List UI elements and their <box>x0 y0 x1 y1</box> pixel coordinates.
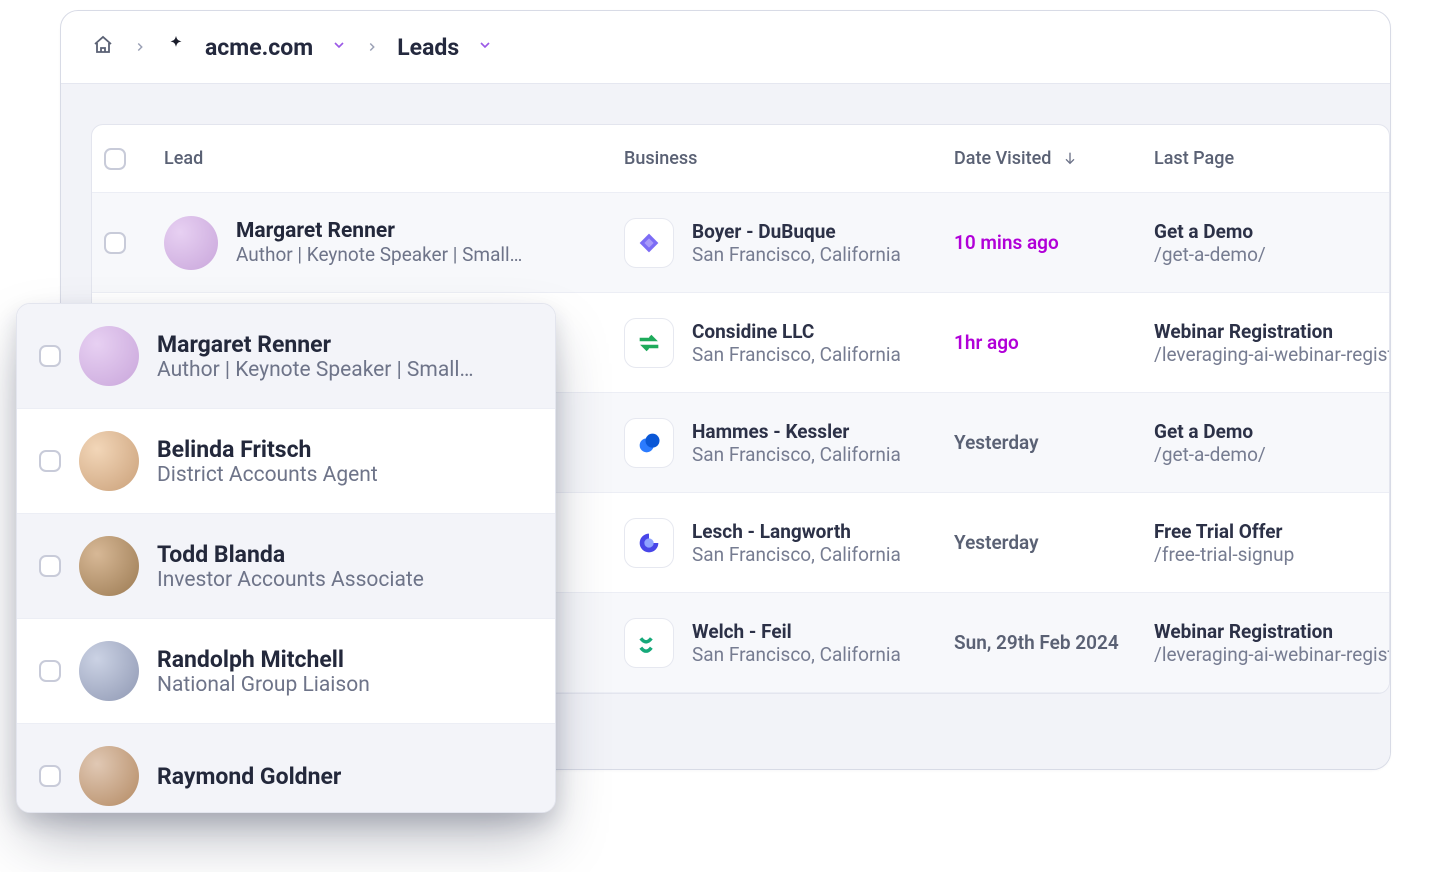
business-location: San Francisco, California <box>692 643 901 666</box>
date-visited: Sun, 29th Feb 2024 <box>954 631 1154 654</box>
business-name: Hammes - Kessler <box>692 420 901 443</box>
row-checkbox[interactable] <box>104 232 126 254</box>
row-checkbox[interactable] <box>39 660 61 682</box>
date-visited: 10 mins ago <box>954 231 1154 254</box>
company-logo <box>624 318 674 368</box>
col-lastpage[interactable]: Last Page <box>1154 148 1377 169</box>
lead-subtitle: Investor Accounts Associate <box>157 568 424 592</box>
lead-name: Margaret Renner <box>157 331 474 358</box>
business-name: Boyer - DuBuque <box>692 220 901 243</box>
home-icon[interactable] <box>91 33 115 61</box>
lead-name: Randolph Mitchell <box>157 646 370 673</box>
col-date-label: Date Visited <box>954 148 1051 169</box>
list-item[interactable]: Margaret Renner Author | Keynote Speaker… <box>17 304 555 409</box>
table-row[interactable]: Margaret Renner Author | Keynote Speaker… <box>92 193 1389 293</box>
business-location: San Francisco, California <box>692 443 901 466</box>
lead-name: Belinda Fritsch <box>157 436 378 463</box>
breadcrumb-site[interactable]: acme.com <box>205 34 313 61</box>
avatar <box>79 746 139 806</box>
business-location: San Francisco, California <box>692 543 901 566</box>
last-page-path: /leveraging-ai-webinar-register <box>1154 343 1390 366</box>
select-all-checkbox[interactable] <box>104 148 126 170</box>
date-visited: Yesterday <box>954 531 1154 554</box>
last-page-path: /get-a-demo/ <box>1154 243 1377 266</box>
col-lead[interactable]: Lead <box>164 148 624 169</box>
date-visited: Yesterday <box>954 431 1154 454</box>
last-page-path: /get-a-demo/ <box>1154 443 1377 466</box>
company-logo <box>624 418 674 468</box>
arrow-down-icon <box>1056 148 1078 169</box>
avatar <box>79 641 139 701</box>
breadcrumb: acme.com Leads <box>61 11 1390 83</box>
business-name: Considine LLC <box>692 320 901 343</box>
lead-name: Todd Blanda <box>157 541 424 568</box>
business-name: Welch - Feil <box>692 620 901 643</box>
list-item[interactable]: Todd Blanda Investor Accounts Associate <box>17 514 555 619</box>
lead-subtitle: Author | Keynote Speaker | Small… <box>236 243 522 266</box>
avatar <box>79 536 139 596</box>
company-logo <box>624 518 674 568</box>
last-page-title: Get a Demo <box>1154 220 1377 243</box>
chevron-down-icon[interactable] <box>331 37 347 57</box>
lead-subtitle: National Group Liaison <box>157 673 370 697</box>
row-checkbox[interactable] <box>39 765 61 787</box>
company-logo <box>624 218 674 268</box>
lead-name: Raymond Goldner <box>157 763 341 790</box>
date-visited: 1hr ago <box>954 331 1154 354</box>
avatar <box>79 326 139 386</box>
list-item[interactable]: Belinda Fritsch District Accounts Agent <box>17 409 555 514</box>
lead-name: Margaret Renner <box>236 219 522 243</box>
lead-popover: Margaret Renner Author | Keynote Speaker… <box>16 303 556 813</box>
avatar <box>79 431 139 491</box>
business-location: San Francisco, California <box>692 243 901 266</box>
lead-subtitle: District Accounts Agent <box>157 463 378 487</box>
col-business[interactable]: Business <box>624 148 954 169</box>
last-page-path: /free-trial-signup <box>1154 543 1377 566</box>
last-page-title: Webinar Registration <box>1154 320 1390 343</box>
lead-subtitle: Author | Keynote Speaker | Small… <box>157 358 474 382</box>
list-item[interactable]: Randolph Mitchell National Group Liaison <box>17 619 555 724</box>
company-logo <box>624 618 674 668</box>
chevron-right-icon <box>365 35 379 59</box>
business-location: San Francisco, California <box>692 343 901 366</box>
row-checkbox[interactable] <box>39 450 61 472</box>
last-page-title: Get a Demo <box>1154 420 1377 443</box>
col-date[interactable]: Date Visited <box>954 148 1154 169</box>
business-name: Lesch - Langworth <box>692 520 901 543</box>
row-checkbox[interactable] <box>39 345 61 367</box>
last-page-title: Webinar Registration <box>1154 620 1390 643</box>
avatar <box>164 216 218 270</box>
last-page-path: /leveraging-ai-webinar-register <box>1154 643 1390 666</box>
chevron-right-icon <box>133 35 147 59</box>
table-header: Lead Business Date Visited Last Page <box>92 125 1389 193</box>
sparkle-icon <box>165 34 187 60</box>
chevron-down-icon[interactable] <box>477 37 493 57</box>
last-page-title: Free Trial Offer <box>1154 520 1377 543</box>
breadcrumb-section[interactable]: Leads <box>397 34 459 61</box>
row-checkbox[interactable] <box>39 555 61 577</box>
list-item[interactable]: Raymond Goldner <box>17 724 555 812</box>
